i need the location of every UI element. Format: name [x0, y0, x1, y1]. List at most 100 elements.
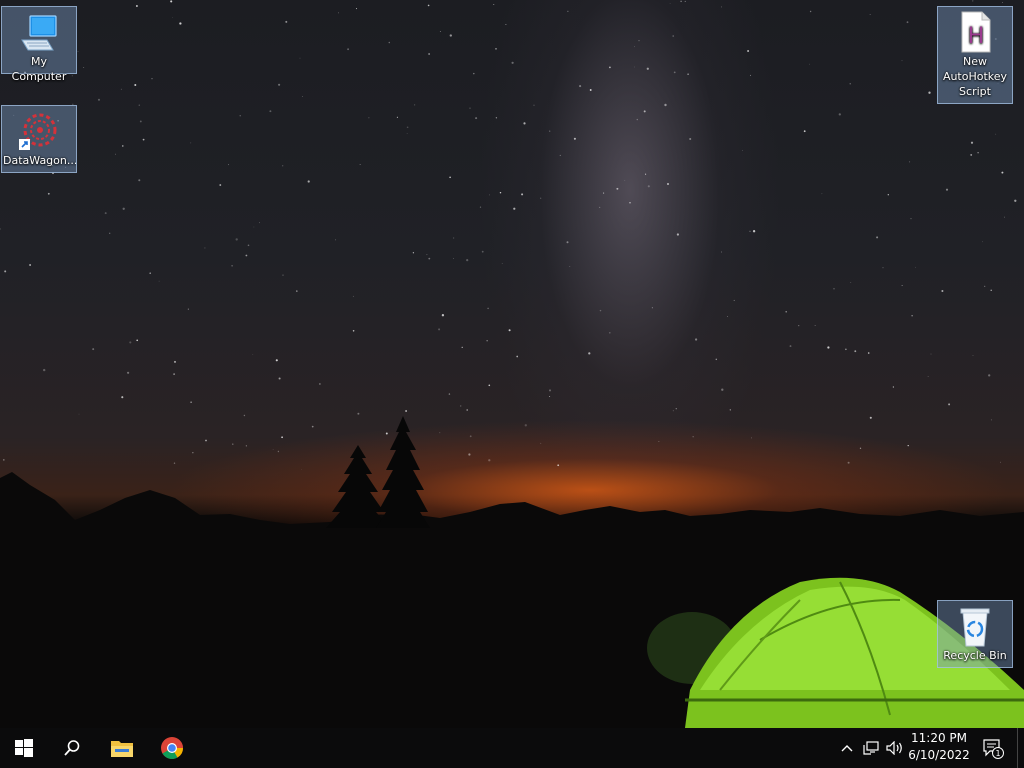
- star: [809, 63, 810, 65]
- show-hidden-icons-button[interactable]: [838, 728, 856, 768]
- star: [243, 414, 246, 417]
- star: [867, 352, 870, 354]
- svg-text:H: H: [968, 24, 985, 49]
- star: [190, 142, 192, 144]
- star: [231, 264, 233, 267]
- star: [569, 266, 571, 268]
- star: [747, 50, 750, 52]
- star: [523, 122, 526, 125]
- star: [638, 39, 640, 42]
- star: [134, 83, 137, 87]
- star: [915, 266, 916, 268]
- star: [667, 183, 669, 185]
- star: [990, 419, 992, 421]
- network-icon: [863, 741, 879, 755]
- star: [533, 104, 535, 106]
- star: [588, 352, 591, 355]
- star: [511, 61, 514, 64]
- star: [603, 192, 605, 194]
- start-button[interactable]: [0, 728, 48, 768]
- star: [488, 384, 491, 387]
- desktop-icon-recycle-bin[interactable]: Recycle Bin: [937, 600, 1013, 668]
- desktop-icon-autohotkey[interactable]: H New AutoHotkey Script: [937, 6, 1013, 104]
- network-button[interactable]: [860, 728, 882, 768]
- volume-button[interactable]: [884, 728, 906, 768]
- star: [173, 373, 175, 375]
- star: [928, 91, 931, 94]
- star: [634, 46, 635, 48]
- star: [720, 6, 722, 8]
- star: [941, 289, 944, 293]
- star: [219, 184, 222, 186]
- star: [948, 403, 951, 406]
- star: [439, 31, 441, 32]
- taskbar-file-explorer[interactable]: [98, 728, 146, 768]
- star: [307, 180, 310, 183]
- autohotkey-script-icon: H: [961, 11, 991, 53]
- star: [388, 41, 391, 44]
- star: [854, 350, 857, 353]
- star: [347, 48, 350, 51]
- star: [869, 416, 872, 419]
- star: [428, 257, 431, 260]
- star: [516, 355, 519, 358]
- star: [499, 191, 502, 194]
- star: [426, 254, 428, 256]
- star: [47, 192, 50, 195]
- star: [721, 251, 722, 253]
- search-icon: [64, 740, 80, 756]
- star: [469, 435, 472, 438]
- star: [115, 153, 116, 155]
- desktop-icon-datawagon[interactable]: DataWagon...: [1, 105, 77, 173]
- action-center-button[interactable]: 1: [978, 728, 1008, 768]
- star: [449, 34, 452, 37]
- star: [427, 4, 430, 7]
- star: [990, 289, 992, 292]
- star: [809, 10, 812, 13]
- star: [122, 145, 124, 147]
- star: [573, 137, 576, 140]
- star: [910, 217, 912, 220]
- star: [172, 17, 174, 18]
- star: [135, 5, 138, 7]
- star: [204, 247, 206, 249]
- star: [892, 386, 895, 388]
- star: [566, 241, 569, 244]
- star: [281, 436, 283, 439]
- star: [77, 51, 79, 52]
- star: [475, 117, 478, 120]
- star: [1014, 199, 1017, 202]
- star: [272, 449, 274, 450]
- star: [0, 228, 1, 230]
- desktop[interactable]: My Computer DataWagon... H New AutoHotke…: [0, 0, 1024, 728]
- star: [567, 10, 569, 12]
- show-desktop-button[interactable]: [1017, 728, 1024, 768]
- star: [901, 285, 903, 287]
- star: [907, 444, 909, 447]
- star: [473, 72, 475, 75]
- taskbar-chrome[interactable]: [148, 728, 196, 768]
- star: [869, 14, 871, 15]
- star: [901, 60, 903, 62]
- tree-silhouette: [376, 416, 430, 528]
- star: [999, 461, 1002, 463]
- star: [296, 290, 298, 292]
- star: [83, 67, 85, 69]
- star: [508, 329, 511, 332]
- star: [489, 194, 490, 196]
- clock[interactable]: 11:20 PM 6/10/2022: [904, 730, 974, 766]
- star: [972, 0, 974, 2]
- desktop-icon-my-computer[interactable]: My Computer: [1, 6, 77, 83]
- star: [838, 113, 841, 116]
- datawagon-icon: [19, 113, 57, 150]
- star: [428, 53, 430, 55]
- star: [192, 452, 194, 454]
- star: [78, 413, 80, 415]
- search-button[interactable]: [48, 728, 96, 768]
- star: [821, 193, 823, 195]
- star: [599, 309, 602, 312]
- star: [311, 425, 314, 428]
- star: [664, 103, 667, 107]
- desktop-icon-label: DataWagon...: [3, 154, 76, 167]
- star: [733, 299, 735, 301]
